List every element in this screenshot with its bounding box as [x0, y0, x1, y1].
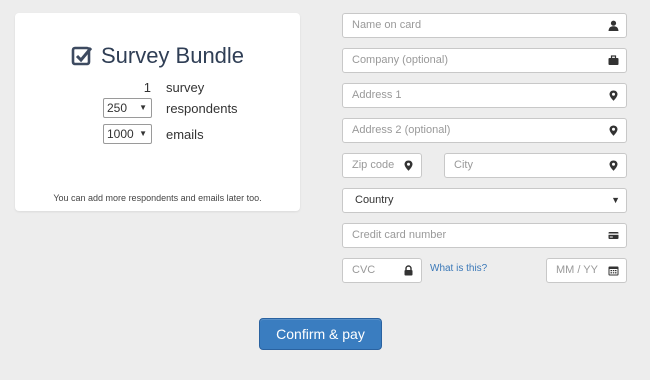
what-is-this-link[interactable]: What is this? [430, 263, 487, 274]
confirm-pay-button[interactable]: Confirm & pay [259, 318, 382, 350]
respondents-row: 250 ▼ respondents [15, 98, 300, 118]
bundle-card: Survey Bundle 1 survey 250 ▼ respondents… [15, 13, 300, 211]
chevron-down-icon: ▼ [611, 195, 620, 205]
city-placeholder: City [454, 159, 473, 171]
map-marker-icon [609, 125, 618, 136]
briefcase-icon [608, 55, 619, 65]
address1-field[interactable]: Address 1 [342, 83, 627, 108]
bundle-title-text: Survey Bundle [100, 43, 245, 68]
name-on-card-placeholder: Name on card [352, 19, 422, 31]
lock-icon [404, 265, 413, 276]
emails-label: emails [166, 127, 204, 142]
credit-card-field[interactable]: Credit card number [342, 223, 627, 248]
emails-row: 1000 ▼ emails [15, 124, 300, 144]
emails-select[interactable]: 1000 ▼ [103, 124, 152, 144]
company-placeholder: Company (optional) [352, 54, 448, 66]
survey-label: survey [166, 80, 205, 95]
survey-row: 1 survey [15, 77, 300, 97]
map-marker-icon [609, 90, 618, 101]
expiry-field[interactable]: MM / YY [546, 258, 627, 283]
address2-placeholder: Address 2 (optional) [352, 124, 451, 136]
zip-code-placeholder: Zip code [352, 159, 395, 171]
respondents-value: 250 [107, 101, 128, 115]
chevron-down-icon: ▼ [139, 129, 147, 138]
address2-field[interactable]: Address 2 (optional) [342, 118, 627, 143]
expiry-placeholder: MM / YY [556, 264, 598, 276]
credit-card-icon [608, 232, 619, 239]
emails-value: 1000 [107, 127, 134, 141]
map-marker-icon [609, 160, 618, 171]
bundle-note: You can add more respondents and emails … [53, 193, 262, 203]
chevron-down-icon: ▼ [139, 103, 147, 112]
cvc-placeholder: CVC [352, 264, 376, 276]
respondents-select[interactable]: 250 ▼ [103, 98, 152, 118]
survey-qty: 1 [143, 80, 151, 95]
bundle-title: Survey Bundle [15, 43, 300, 69]
country-select[interactable]: Country ▼ [342, 188, 627, 213]
zip-code-field[interactable]: Zip code [342, 153, 422, 178]
respondents-label: respondents [166, 101, 238, 116]
cvc-field[interactable]: CVC [342, 258, 422, 283]
address1-placeholder: Address 1 [352, 89, 402, 101]
map-marker-icon [404, 160, 413, 171]
calendar-icon [608, 266, 619, 276]
country-value: Country [355, 194, 394, 206]
city-field[interactable]: City [444, 153, 627, 178]
company-field[interactable]: Company (optional) [342, 48, 627, 73]
name-on-card-field[interactable]: Name on card [342, 13, 627, 38]
credit-card-placeholder: Credit card number [352, 229, 447, 241]
user-icon [608, 20, 619, 31]
checkbox-checked-icon [71, 46, 93, 66]
